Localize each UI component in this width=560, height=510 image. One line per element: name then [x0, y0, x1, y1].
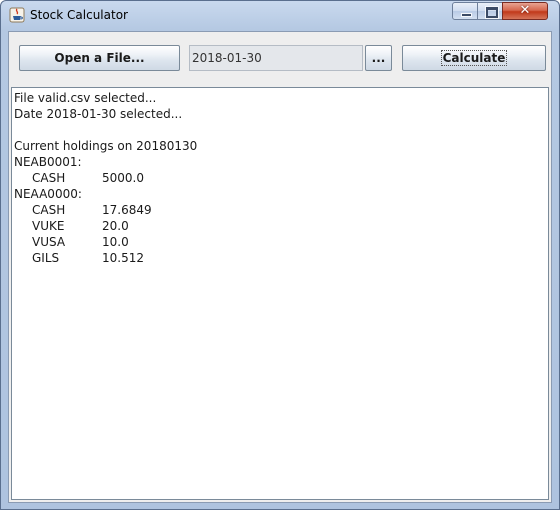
maximize-button[interactable] [477, 2, 503, 20]
output-line: Date 2018-01-30 selected... [14, 107, 183, 121]
calculate-button-label: Calculate [440, 50, 508, 66]
close-icon: ✕ [519, 3, 531, 18]
output-text-area[interactable]: File valid.csv selected... Date 2018-01-… [11, 87, 549, 500]
output-line: Current holdings on 20180130 [14, 139, 198, 153]
holding-value: 20.0 [102, 219, 129, 233]
holding-row: CASH 5000.0 [14, 170, 548, 186]
holding-name: CASH [32, 203, 66, 217]
title-bar[interactable]: Stock Calculator ✕ [1, 1, 559, 31]
holding-row: VUKE 20.0 [14, 218, 548, 234]
holding-value: 10.0 [102, 235, 129, 249]
maximize-icon [486, 7, 498, 18]
holding-value: 17.6849 [102, 203, 152, 217]
java-coffee-cup-icon [9, 7, 25, 23]
close-button[interactable]: ✕ [502, 2, 548, 20]
minimize-icon [461, 13, 472, 17]
output-line: File valid.csv selected... [14, 91, 157, 105]
holding-name: CASH [32, 171, 66, 185]
holding-value: 10.512 [102, 251, 144, 265]
holding-row: CASH 17.6849 [14, 202, 548, 218]
holding-name: VUKE [32, 219, 65, 233]
holding-name: VUSA [32, 235, 66, 249]
account-id: NEAA0000: [14, 187, 82, 201]
minimize-button[interactable] [452, 2, 478, 20]
app-window: Stock Calculator ✕ Open a File... 2018-0… [0, 0, 560, 510]
toolbar-panel: Open a File... 2018-01-30 ... Calculate [9, 32, 551, 84]
open-file-button[interactable]: Open a File... [19, 45, 180, 71]
holding-row: GILS 10.512 [14, 250, 548, 266]
holding-value: 5000.0 [102, 171, 144, 185]
content-pane: Open a File... 2018-01-30 ... Calculate … [8, 31, 552, 503]
holding-name: GILS [32, 251, 60, 265]
date-field[interactable]: 2018-01-30 [189, 45, 363, 71]
window-title: Stock Calculator [30, 8, 128, 22]
calculate-button[interactable]: Calculate [402, 45, 546, 71]
account-id: NEAB0001: [14, 155, 82, 169]
date-picker-button[interactable]: ... [365, 45, 392, 71]
holding-row: VUSA 10.0 [14, 234, 548, 250]
